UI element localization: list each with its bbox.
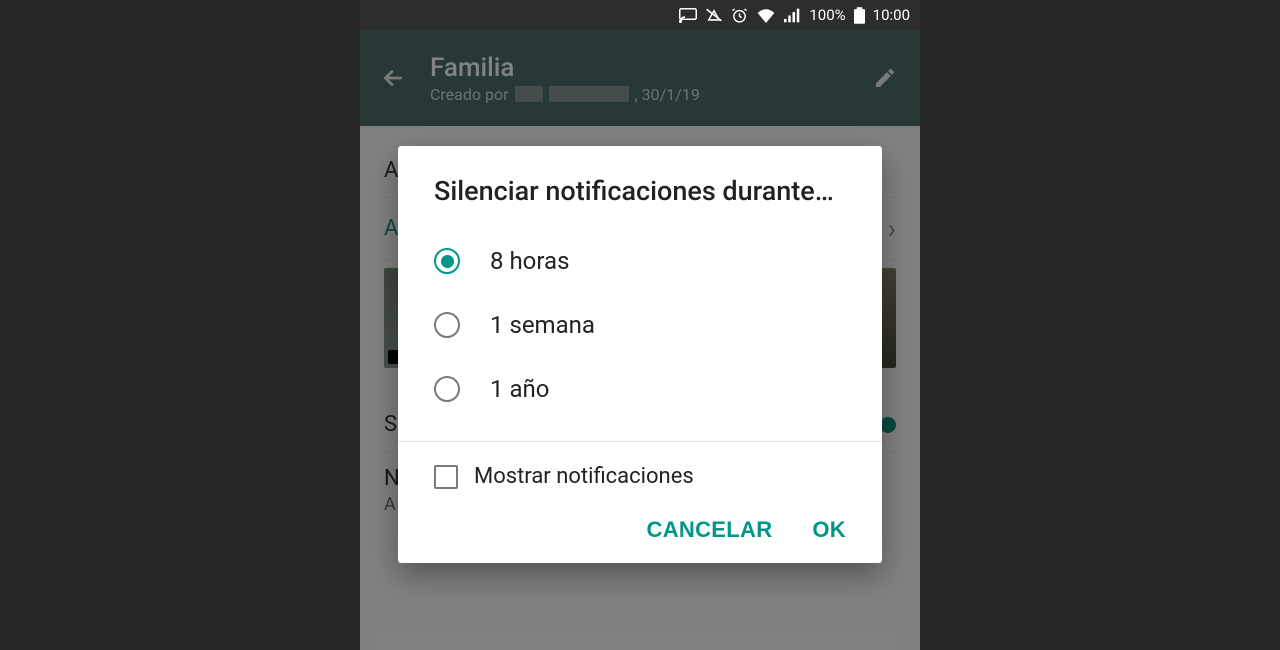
- battery-icon: [854, 7, 865, 24]
- cancel-button[interactable]: CANCELAR: [647, 517, 773, 543]
- phone-frame: 100% 10:00 Familia Creado por , 30/1/19: [360, 0, 920, 650]
- clock-time: 10:00: [873, 6, 910, 24]
- dialog-title: Silenciar notificaciones durante…: [398, 146, 882, 219]
- option-label: 1 semana: [490, 311, 595, 339]
- option-8-hours[interactable]: 8 horas: [398, 229, 882, 293]
- mute-dialog: Silenciar notificaciones durante… 8 hora…: [398, 146, 882, 563]
- ok-button[interactable]: OK: [812, 517, 846, 543]
- option-label: 8 horas: [490, 247, 569, 275]
- show-notifications-row[interactable]: Mostrar notificaciones: [398, 442, 882, 497]
- status-bar: 100% 10:00: [360, 0, 920, 30]
- checkbox-icon: [434, 465, 458, 489]
- mute-options: 8 horas 1 semana 1 año: [398, 219, 882, 441]
- signal-icon: [784, 8, 801, 23]
- battery-percent: 100%: [809, 6, 845, 24]
- radio-icon: [434, 248, 460, 274]
- vibrate-icon: [705, 7, 723, 23]
- option-label: 1 año: [490, 375, 549, 403]
- wifi-icon: [756, 8, 776, 23]
- alarm-icon: [731, 7, 748, 24]
- radio-icon: [434, 312, 460, 338]
- dialog-actions: CANCELAR OK: [398, 497, 882, 551]
- checkbox-label: Mostrar notificaciones: [474, 464, 694, 489]
- radio-icon: [434, 376, 460, 402]
- cast-icon: [679, 8, 697, 23]
- option-1-week[interactable]: 1 semana: [398, 293, 882, 357]
- option-1-year[interactable]: 1 año: [398, 357, 882, 421]
